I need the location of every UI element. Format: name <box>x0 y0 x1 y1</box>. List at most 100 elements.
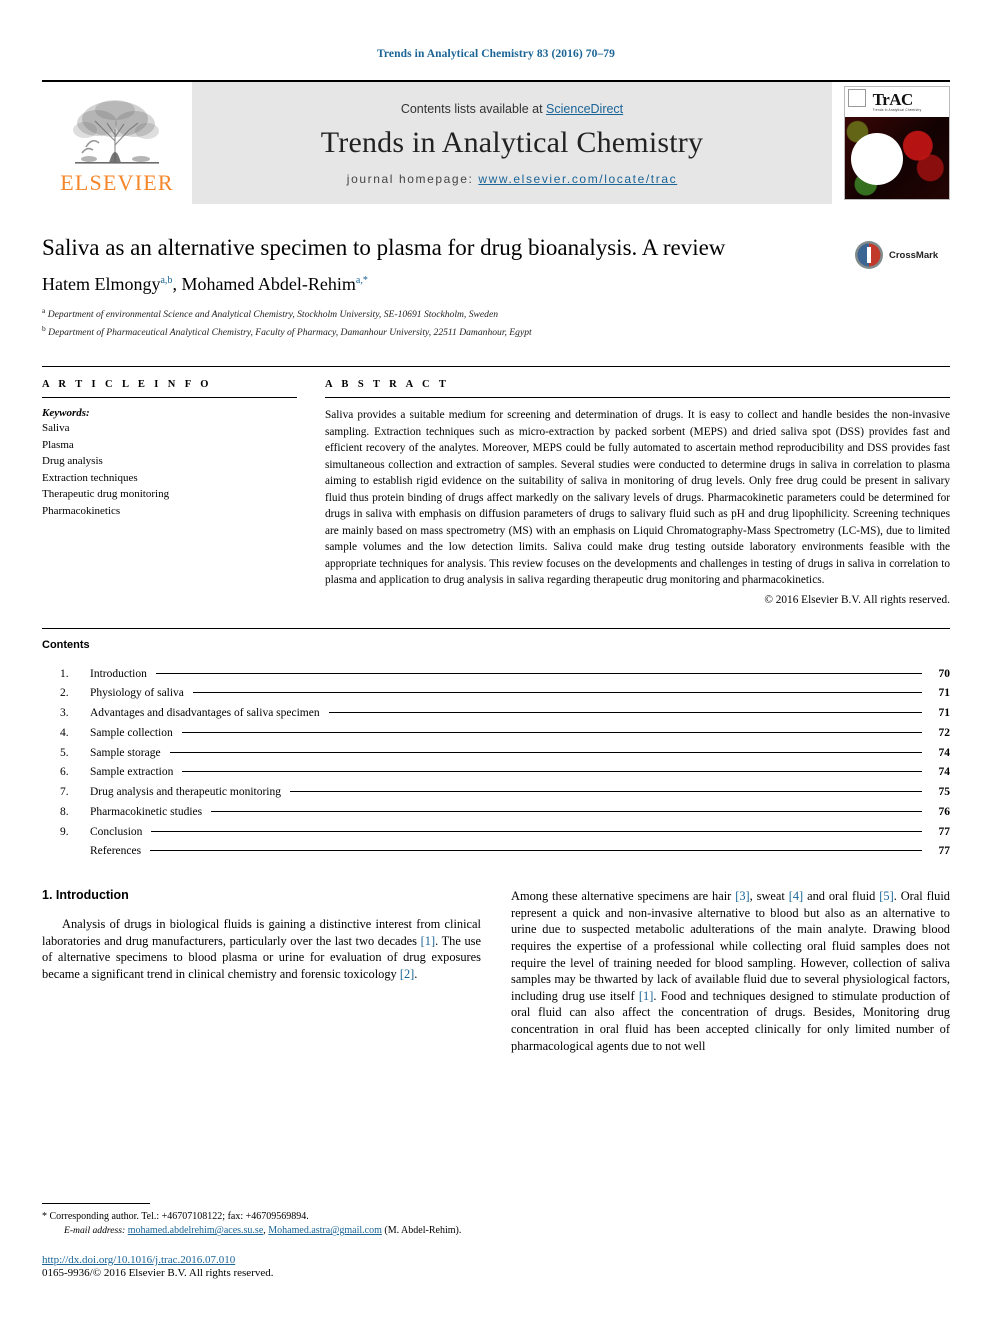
affiliation-a-text: Department of environmental Science and … <box>47 309 499 321</box>
sciencedirect-link[interactable]: ScienceDirect <box>546 102 623 116</box>
cover-circle-shape <box>851 133 903 185</box>
toc-page: 77 <box>938 825 951 838</box>
toc-leader <box>169 751 922 753</box>
toc-label[interactable]: Advantages and disadvantages of saliva s… <box>90 704 325 724</box>
toc-page: 75 <box>938 786 951 799</box>
toc-row[interactable]: 9. Conclusion 77 <box>60 823 950 843</box>
toc-page: 71 <box>938 707 951 720</box>
citation-ref-1[interactable]: [1] <box>421 934 435 948</box>
toc-label[interactable]: Sample extraction <box>90 763 178 783</box>
toc-page: 71 <box>938 687 951 700</box>
toc-row[interactable]: 5. Sample storage 74 <box>60 744 950 764</box>
body-columns: 1. Introduction Analysis of drugs in bio… <box>42 888 950 1062</box>
body-column-left: 1. Introduction Analysis of drugs in bio… <box>42 888 481 1062</box>
elsevier-wordmark: ELSEVIER <box>60 169 174 195</box>
title-block: Saliva as an alternative specimen to pla… <box>42 234 950 340</box>
footnote-block: * Corresponding author. Tel.: +467071081… <box>42 1203 462 1279</box>
keyword-item: Pharmacokinetics <box>42 504 121 517</box>
running-head: Trends in Analytical Chemistry 83 (2016)… <box>376 48 615 60</box>
affiliation-b-text: Department of Pharmaceutical Analytical … <box>48 326 532 338</box>
affiliation-b-marker: b <box>42 323 46 333</box>
cover-journal-abbrev: TrAC <box>872 89 914 109</box>
toc-number: 6. <box>60 766 69 779</box>
journal-title: Trends in Analytical Chemistry <box>320 126 704 159</box>
abstract-heading: A B S T R A C T <box>325 379 450 391</box>
toc-number: 9. <box>60 825 69 838</box>
citation-ref-3[interactable]: [3] <box>735 889 749 903</box>
keyword-item: Therapeutic drug monitoring <box>42 488 170 501</box>
abstract-column: A B S T R A C T Saliva provides a suitab… <box>325 379 950 606</box>
toc-leader <box>192 692 922 694</box>
doi-link[interactable]: http://dx.doi.org/10.1016/j.trac.2016.07… <box>42 1254 462 1266</box>
affiliation-a: a Department of environmental Science an… <box>42 305 838 323</box>
citation-ref-5[interactable]: [5] <box>879 889 893 903</box>
homepage-prefix: journal homepage: <box>346 172 479 186</box>
affiliation-b: b Department of Pharmaceutical Analytica… <box>42 323 838 341</box>
intro-text-part1: Analysis of drugs in biological fluids i… <box>42 917 481 948</box>
toc-leader <box>155 672 922 674</box>
affiliation-a-marker: a <box>42 306 46 316</box>
crossmark-badge[interactable]: CrossMark <box>854 234 950 270</box>
email-link-2[interactable]: Mohamed.astra@gmail.com <box>268 1225 382 1236</box>
author-1-affiliation-marker[interactable]: a,b <box>160 275 172 286</box>
toc-number: 5. <box>60 746 69 759</box>
toc-leader <box>150 850 922 852</box>
toc-leader <box>328 712 922 714</box>
toc-row[interactable]: 7. Drug analysis and therapeutic monitor… <box>60 783 950 803</box>
elsevier-logo: ELSEVIER <box>42 82 192 204</box>
toc-label[interactable]: Drug analysis and therapeutic monitoring <box>90 783 286 803</box>
keyword-item: Drug analysis <box>42 455 103 468</box>
body-column-right: Among these alternative specimens are ha… <box>511 888 950 1062</box>
citation-ref-2[interactable]: [2] <box>400 967 414 981</box>
toc-label[interactable]: Physiology of saliva <box>90 684 189 704</box>
toc-number: 3. <box>60 707 69 720</box>
toc-page: 74 <box>938 766 951 779</box>
crossmark-icon <box>855 241 883 269</box>
toc-label[interactable]: Conclusion <box>90 823 147 843</box>
keyword-item: Extraction techniques <box>42 471 138 484</box>
toc-page: 77 <box>938 845 951 858</box>
toc-row[interactable]: 2. Physiology of saliva 71 <box>60 684 950 704</box>
article-info-heading: A R T I C L E I N F O <box>42 379 212 391</box>
email-suffix: (M. Abdel-Rehim). <box>381 1225 462 1237</box>
email-link-1[interactable]: mohamed.abdelrehim@aces.su.se <box>128 1225 264 1236</box>
toc-row[interactable]: 4. Sample collection 72 <box>60 724 950 744</box>
toc-label[interactable]: Pharmacokinetic studies <box>90 803 207 823</box>
email-label: E-mail address: <box>64 1225 126 1237</box>
journal-cover-container: TrAC Trends in Analytical Chemistry <box>832 82 950 204</box>
journal-homepage-link[interactable]: www.elsevier.com/locate/trac <box>478 172 677 186</box>
toc-row[interactable]: 8. Pharmacokinetic studies 76 <box>60 803 950 823</box>
right-text-part1: Among these alternative specimens are ha… <box>511 889 736 904</box>
author-2-affiliation-marker[interactable]: a,* <box>356 275 368 286</box>
toc-label[interactable]: Sample storage <box>90 744 166 764</box>
intro-text-part3: . <box>414 967 418 982</box>
abstract-text: Saliva provides a suitable medium for sc… <box>325 409 950 587</box>
title-column: Saliva as an alternative specimen to pla… <box>42 234 854 340</box>
toc-row[interactable]: References 77 <box>60 842 950 862</box>
intro-paragraph-left: Analysis of drugs in biological fluids i… <box>42 916 481 982</box>
toc-row[interactable]: 1. Introduction 70 <box>60 665 950 685</box>
citation-ref-6[interactable]: [1] <box>639 989 653 1003</box>
citation-ref-4[interactable]: [4] <box>789 889 803 903</box>
toc-number: 4. <box>60 726 69 739</box>
elsevier-tree-icon <box>73 99 159 164</box>
toc-row[interactable]: 6. Sample extraction 74 <box>60 763 950 783</box>
corresponding-author-text: Corresponding author. Tel.: +46707108122… <box>47 1211 309 1223</box>
right-text-part4: . Oral fluid represent a quick and non-i… <box>511 889 950 1003</box>
right-text-part3: and oral fluid <box>803 889 880 904</box>
table-of-contents: 1. Introduction 70 2. Physiology of sali… <box>42 665 950 863</box>
toc-label[interactable]: References <box>90 842 146 862</box>
keywords-label: Keywords: <box>42 407 90 420</box>
keyword-item: Plasma <box>42 438 74 451</box>
info-abstract-section: A R T I C L E I N F O Keywords: Saliva P… <box>42 366 950 606</box>
intro-paragraph-right: Among these alternative specimens are ha… <box>511 888 950 1054</box>
toc-number: 1. <box>60 667 69 680</box>
toc-number: 8. <box>60 805 69 818</box>
toc-label[interactable]: Sample collection <box>90 724 178 744</box>
toc-label[interactable]: Introduction <box>90 665 152 685</box>
toc-row[interactable]: 3. Advantages and disadvantages of saliv… <box>60 704 950 724</box>
toc-leader <box>289 791 922 793</box>
journal-cover-thumbnail[interactable]: TrAC Trends in Analytical Chemistry <box>844 86 950 200</box>
keyword-item: Saliva <box>42 422 70 435</box>
abstract-rule <box>325 397 950 399</box>
